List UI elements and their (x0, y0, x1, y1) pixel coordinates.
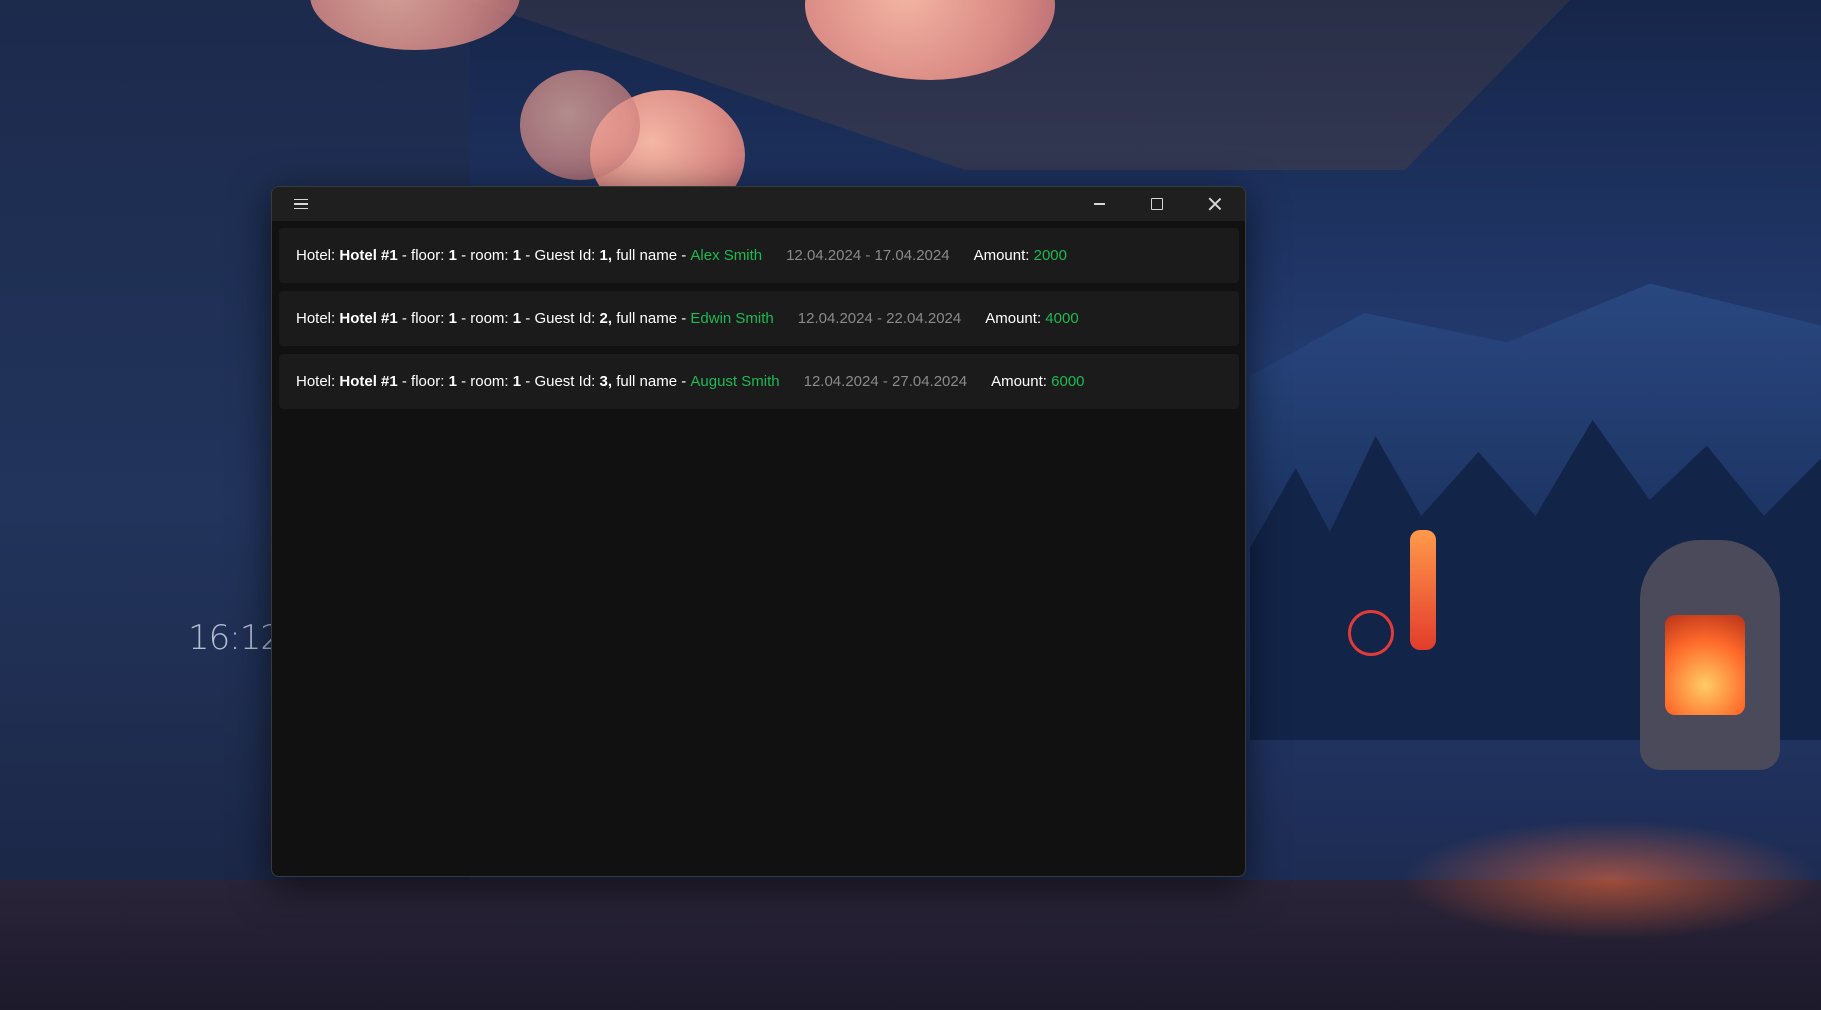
room-value: 1 (512, 310, 522, 327)
room-value: 1 (512, 247, 522, 264)
maximize-button[interactable] (1129, 187, 1185, 221)
guest-id-label: - Guest Id: (525, 373, 596, 390)
floor-label: - floor: (401, 310, 445, 327)
wallpaper-speaker (1348, 610, 1394, 656)
full-name-label: full name - (616, 310, 687, 327)
minimize-button[interactable] (1071, 187, 1127, 221)
room-label: - room: (461, 247, 509, 264)
hotel-label: Hotel: (296, 373, 336, 390)
guest-id-value: 3, (599, 373, 613, 390)
amount-label: Amount: (973, 247, 1030, 264)
wallpaper-lamp (520, 70, 640, 180)
room-label: - room: (461, 373, 509, 390)
amount-value: 6000 (1051, 373, 1085, 390)
guest-full-name: Edwin Smith (690, 310, 774, 327)
floor-label: - floor: (401, 247, 445, 264)
close-button[interactable] (1187, 187, 1243, 221)
floor-label: - floor: (401, 373, 445, 390)
booking-dates: 12.04.2024 - 17.04.2024 (786, 247, 950, 264)
list-item[interactable]: Hotel: Hotel #1 - floor: 1 - room: 1 - G… (279, 291, 1239, 346)
full-name-label: full name - (616, 373, 687, 390)
list-item[interactable]: Hotel: Hotel #1 - floor: 1 - room: 1 - G… (279, 228, 1239, 283)
hotel-label: Hotel: (296, 247, 336, 264)
guest-id-value: 1, (599, 247, 613, 264)
amount-label: Amount: (991, 373, 1047, 390)
wallpaper-fire-glow (1400, 820, 1820, 940)
guest-id-value: 2, (599, 310, 613, 327)
hotel-name: Hotel #1 (339, 373, 398, 390)
hotel-name: Hotel #1 (339, 247, 398, 264)
wallpaper-lava-lamp (1410, 530, 1436, 650)
app-window: Hotel: Hotel #1 - floor: 1 - room: 1 - G… (271, 186, 1246, 877)
guest-id-label: - Guest Id: (525, 247, 596, 264)
list-item[interactable]: Hotel: Hotel #1 - floor: 1 - room: 1 - G… (279, 354, 1239, 409)
booking-dates: 12.04.2024 - 27.04.2024 (803, 373, 968, 390)
guest-full-name: August Smith (690, 373, 780, 390)
booking-dates: 12.04.2024 - 22.04.2024 (797, 310, 962, 327)
wallpaper-stove-fire (1665, 615, 1745, 715)
amount-value: 4000 (1045, 310, 1079, 327)
room-value: 1 (512, 373, 522, 390)
close-icon (1208, 197, 1222, 211)
title-bar[interactable] (272, 187, 1245, 221)
guest-full-name: Alex Smith (690, 247, 763, 264)
maximize-icon (1151, 198, 1163, 210)
room-label: - room: (461, 310, 509, 327)
amount-label: Amount: (985, 310, 1042, 327)
guest-id-label: - Guest Id: (525, 310, 596, 327)
hotel-name: Hotel #1 (339, 310, 398, 327)
full-name-label: full name - (616, 247, 687, 264)
menu-button[interactable] (278, 187, 324, 221)
hotel-label: Hotel: (296, 310, 336, 327)
floor-value: 1 (448, 247, 457, 264)
amount-value: 2000 (1033, 247, 1067, 264)
floor-value: 1 (448, 310, 457, 327)
desk-clock: 16:12 (188, 618, 282, 658)
hamburger-icon (294, 196, 308, 213)
minimize-icon (1093, 203, 1105, 205)
floor-value: 1 (448, 373, 457, 390)
bookings-list: Hotel: Hotel #1 - floor: 1 - room: 1 - G… (272, 221, 1245, 409)
